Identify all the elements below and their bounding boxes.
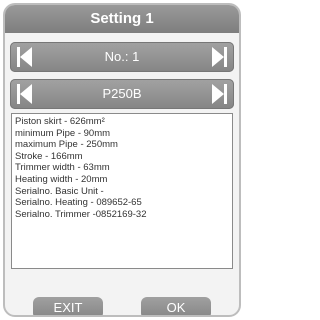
next-model-button[interactable] <box>206 81 228 107</box>
exit-button[interactable]: EXIT <box>33 297 103 315</box>
arrow-right-icon <box>212 84 227 104</box>
spec-line: Stroke - 166mm <box>15 150 83 162</box>
page-title: Setting 1 <box>5 5 239 33</box>
spec-line: maximum Pipe - 250mm <box>15 139 118 151</box>
arrow-left-icon <box>17 47 32 67</box>
model-value: P250B <box>102 86 142 101</box>
model-selector: P250B <box>10 79 234 109</box>
spec-line: Piston skirt - 626mm² <box>15 116 105 127</box>
previous-model-button[interactable] <box>16 81 38 107</box>
spec-line: Trimmer width - 63mm <box>15 162 110 174</box>
device-screen: Setting 1 No.: 1 P250B Piston skirt - 62… <box>3 3 241 317</box>
arrow-right-icon <box>212 47 227 67</box>
spec-line: Heating width - 20mm <box>15 173 108 185</box>
spec-line: Serialno. Heating - 089652-65 <box>15 197 142 209</box>
previous-number-button[interactable] <box>16 44 38 70</box>
spec-line: Serialno. Basic Unit - <box>15 185 104 197</box>
next-number-button[interactable] <box>206 44 228 70</box>
specification-panel: Piston skirt - 626mm² minimum Pipe - 90m… <box>11 113 233 269</box>
arrow-left-icon <box>17 84 32 104</box>
spec-line: Serialno. Trimmer -0852169-32 <box>15 208 147 220</box>
spec-line: minimum Pipe - 90mm <box>15 127 111 139</box>
ok-button[interactable]: OK <box>141 297 211 315</box>
number-selector: No.: 1 <box>10 42 234 72</box>
number-value: No.: 1 <box>104 49 140 64</box>
